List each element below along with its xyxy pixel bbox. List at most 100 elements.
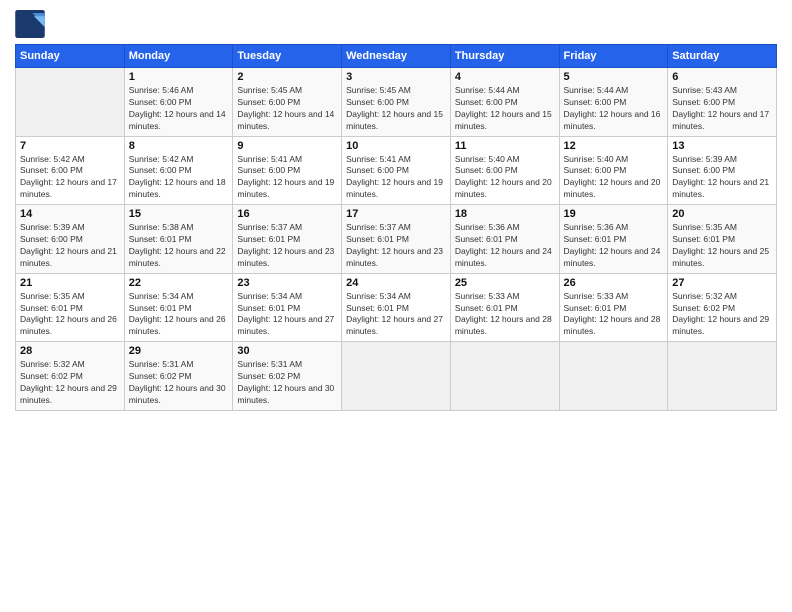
day-number: 21 <box>20 277 120 289</box>
calendar-cell: 1Sunrise: 5:46 AMSunset: 6:00 PMDaylight… <box>124 68 233 137</box>
day-number: 29 <box>129 345 229 357</box>
page: SundayMondayTuesdayWednesdayThursdayFrid… <box>0 0 792 612</box>
weekday-header: Sunday <box>16 45 125 68</box>
logo <box>15 10 47 38</box>
day-info: Sunrise: 5:37 AMSunset: 6:01 PMDaylight:… <box>346 222 446 270</box>
calendar-cell: 26 Sunrise: 5:33 AMSunset: 6:01 PMDayligh… <box>559 273 668 342</box>
day-info: Sunrise: 5:31 AMSunset: 6:02 PMDaylight:… <box>237 359 337 407</box>
weekday-header: Wednesday <box>342 45 451 68</box>
day-number: 1 <box>129 71 229 83</box>
calendar-cell: 24Sunrise: 5:34 AMSunset: 6:01 PMDayligh… <box>342 273 451 342</box>
day-info: Sunrise: 5:36 AMSunset: 6:01 PMDaylight:… <box>455 222 555 270</box>
day-info: Sunrise: 5:37 AMSunset: 6:01 PMDaylight:… <box>237 222 337 270</box>
calendar-cell: 30Sunrise: 5:31 AMSunset: 6:02 PMDayligh… <box>233 342 342 411</box>
day-info: Sunrise: 5:45 AMSunset: 6:00 PMDaylight:… <box>237 85 337 133</box>
day-number: 24 <box>346 277 446 289</box>
day-number: 11 <box>455 140 555 152</box>
weekday-header: Thursday <box>450 45 559 68</box>
day-number: 20 <box>672 208 772 220</box>
weekday-header: Friday <box>559 45 668 68</box>
day-info: Sunrise: 5:45 AMSunset: 6:00 PMDaylight:… <box>346 85 446 133</box>
header <box>15 10 777 38</box>
day-number: 8 <box>129 140 229 152</box>
calendar-week-row: 1Sunrise: 5:46 AMSunset: 6:00 PMDaylight… <box>16 68 777 137</box>
calendar-week-row: 21Sunrise: 5:35 AMSunset: 6:01 PMDayligh… <box>16 273 777 342</box>
day-info: Sunrise: 5:31 AMSunset: 6:02 PMDaylight:… <box>129 359 229 407</box>
day-info: Sunrise: 5:44 AMSunset: 6:00 PMDaylight:… <box>455 85 555 133</box>
calendar-cell: 15Sunrise: 5:38 AMSunset: 6:01 PMDayligh… <box>124 205 233 274</box>
calendar-cell: 25 Sunrise: 5:33 AMSunset: 6:01 PMDayligh… <box>450 273 559 342</box>
calendar-cell: 11Sunrise: 5:40 AMSunset: 6:00 PMDayligh… <box>450 136 559 205</box>
calendar-cell <box>450 342 559 411</box>
day-info: Sunrise: 5:40 AMSunset: 6:00 PMDaylight:… <box>564 154 664 202</box>
calendar-cell <box>16 68 125 137</box>
calendar-cell: 16 Sunrise: 5:37 AMSunset: 6:01 PMDayligh… <box>233 205 342 274</box>
calendar-cell: 8 Sunrise: 5:42 AMSunset: 6:00 PMDaylight… <box>124 136 233 205</box>
day-info: Sunrise: 5:39 AMSunset: 6:00 PMDaylight:… <box>20 222 120 270</box>
day-number: 15 <box>129 208 229 220</box>
day-number: 22 <box>129 277 229 289</box>
day-number: 25 <box>455 277 555 289</box>
day-info: Sunrise: 5:41 AMSunset: 6:00 PMDaylight:… <box>346 154 446 202</box>
day-number: 18 <box>455 208 555 220</box>
calendar-cell: 29 Sunrise: 5:31 AMSunset: 6:02 PMDayligh… <box>124 342 233 411</box>
calendar-cell: 22 Sunrise: 5:34 AMSunset: 6:01 PMDayligh… <box>124 273 233 342</box>
day-number: 19 <box>564 208 664 220</box>
day-number: 7 <box>20 140 120 152</box>
calendar-cell: 18 Sunrise: 5:36 AMSunset: 6:01 PMDayligh… <box>450 205 559 274</box>
calendar-cell: 14 Sunrise: 5:39 AMSunset: 6:00 PMDayligh… <box>16 205 125 274</box>
day-number: 10 <box>346 140 446 152</box>
day-info: Sunrise: 5:32 AMSunset: 6:02 PMDaylight:… <box>20 359 120 407</box>
day-number: 28 <box>20 345 120 357</box>
day-info: Sunrise: 5:34 AMSunset: 6:01 PMDaylight:… <box>237 291 337 339</box>
day-info: Sunrise: 5:41 AMSunset: 6:00 PMDaylight:… <box>237 154 337 202</box>
calendar-week-row: 7 Sunrise: 5:42 AMSunset: 6:00 PMDaylight… <box>16 136 777 205</box>
day-number: 5 <box>564 71 664 83</box>
day-info: Sunrise: 5:42 AMSunset: 6:00 PMDaylight:… <box>129 154 229 202</box>
day-number: 14 <box>20 208 120 220</box>
calendar-week-row: 14 Sunrise: 5:39 AMSunset: 6:00 PMDayligh… <box>16 205 777 274</box>
calendar-cell: 23 Sunrise: 5:34 AMSunset: 6:01 PMDayligh… <box>233 273 342 342</box>
weekday-header: Monday <box>124 45 233 68</box>
weekday-header: Tuesday <box>233 45 342 68</box>
calendar-cell: 4 Sunrise: 5:44 AMSunset: 6:00 PMDaylight… <box>450 68 559 137</box>
day-info: Sunrise: 5:34 AMSunset: 6:01 PMDaylight:… <box>129 291 229 339</box>
calendar-cell <box>668 342 777 411</box>
day-info: Sunrise: 5:43 AMSunset: 6:00 PMDaylight:… <box>672 85 772 133</box>
day-number: 4 <box>455 71 555 83</box>
day-info: Sunrise: 5:36 AMSunset: 6:01 PMDaylight:… <box>564 222 664 270</box>
calendar-cell: 28 Sunrise: 5:32 AMSunset: 6:02 PMDayligh… <box>16 342 125 411</box>
day-number: 6 <box>672 71 772 83</box>
calendar-cell: 7Sunrise: 5:42 AMSunset: 6:00 PMDaylight… <box>16 136 125 205</box>
calendar-cell: 6 Sunrise: 5:43 AMSunset: 6:00 PMDaylight… <box>668 68 777 137</box>
day-number: 3 <box>346 71 446 83</box>
day-number: 12 <box>564 140 664 152</box>
day-info: Sunrise: 5:33 AMSunset: 6:01 PMDaylight:… <box>455 291 555 339</box>
day-number: 9 <box>237 140 337 152</box>
calendar-cell: 21Sunrise: 5:35 AMSunset: 6:01 PMDayligh… <box>16 273 125 342</box>
calendar-cell: 27Sunrise: 5:32 AMSunset: 6:02 PMDayligh… <box>668 273 777 342</box>
day-info: Sunrise: 5:33 AMSunset: 6:01 PMDaylight:… <box>564 291 664 339</box>
day-info: Sunrise: 5:44 AMSunset: 6:00 PMDaylight:… <box>564 85 664 133</box>
calendar-cell: 13 Sunrise: 5:39 AMSunset: 6:00 PMDayligh… <box>668 136 777 205</box>
day-number: 16 <box>237 208 337 220</box>
day-number: 23 <box>237 277 337 289</box>
calendar-cell: 17 Sunrise: 5:37 AMSunset: 6:01 PMDayligh… <box>342 205 451 274</box>
day-number: 2 <box>237 71 337 83</box>
calendar-cell: 5 Sunrise: 5:44 AMSunset: 6:00 PMDaylight… <box>559 68 668 137</box>
day-info: Sunrise: 5:39 AMSunset: 6:00 PMDaylight:… <box>672 154 772 202</box>
calendar-cell: 10 Sunrise: 5:41 AMSunset: 6:00 PMDayligh… <box>342 136 451 205</box>
day-info: Sunrise: 5:35 AMSunset: 6:01 PMDaylight:… <box>672 222 772 270</box>
calendar-cell: 2 Sunrise: 5:45 AMSunset: 6:00 PMDaylight… <box>233 68 342 137</box>
day-number: 17 <box>346 208 446 220</box>
calendar-cell <box>559 342 668 411</box>
weekday-header: Saturday <box>668 45 777 68</box>
day-number: 26 <box>564 277 664 289</box>
calendar-cell: 20 Sunrise: 5:35 AMSunset: 6:01 PMDayligh… <box>668 205 777 274</box>
day-number: 13 <box>672 140 772 152</box>
calendar-cell <box>342 342 451 411</box>
calendar-week-row: 28 Sunrise: 5:32 AMSunset: 6:02 PMDayligh… <box>16 342 777 411</box>
calendar-cell: 19 Sunrise: 5:36 AMSunset: 6:01 PMDayligh… <box>559 205 668 274</box>
logo-icon <box>15 10 45 38</box>
day-info: Sunrise: 5:32 AMSunset: 6:02 PMDaylight:… <box>672 291 772 339</box>
